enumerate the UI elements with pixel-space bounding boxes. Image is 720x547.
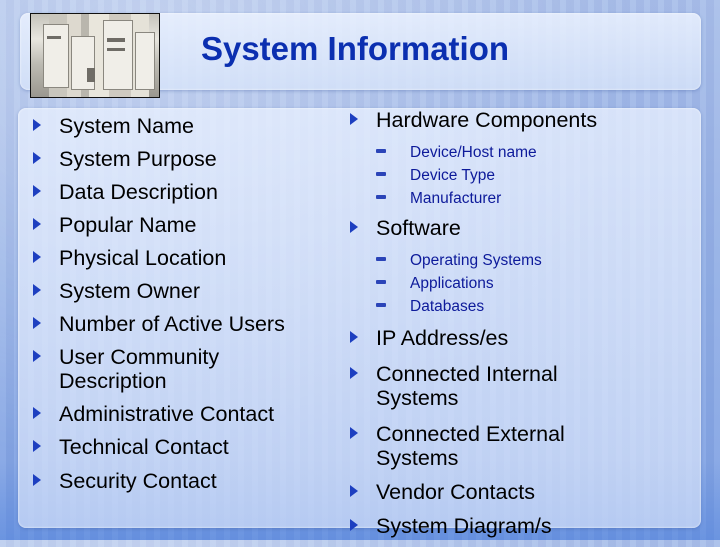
list-item-label: Vendor Contacts — [376, 480, 535, 504]
list-item-label: Administrative Contact — [59, 402, 275, 426]
arrow-bullet-icon — [33, 317, 41, 329]
list-item: Connected External Systems — [350, 422, 606, 470]
arrow-bullet-icon — [33, 185, 41, 197]
list-item: Software — [350, 216, 650, 240]
arrow-bullet-icon — [33, 474, 41, 486]
sub-item-label: Applications — [410, 275, 494, 292]
list-item: System Purpose — [33, 147, 333, 171]
list-item-label: Physical Location — [59, 246, 227, 270]
list-item-label: Connected External Systems — [376, 422, 565, 470]
list-item-label: System Purpose — [59, 147, 217, 171]
list-item-label: System Owner — [59, 279, 200, 303]
arrow-bullet-icon — [350, 427, 358, 439]
list-item: Physical Location — [33, 246, 333, 270]
sub-item-label: Manufacturer — [410, 190, 502, 207]
list-item-label: System Diagram/s — [376, 514, 552, 538]
list-item-label: Number of Active Users — [59, 312, 285, 336]
dash-bullet-icon — [376, 195, 386, 199]
slide-title: System Information — [200, 30, 510, 67]
arrow-bullet-icon — [33, 350, 41, 362]
arrow-bullet-icon — [33, 407, 41, 419]
list-item-label: Popular Name — [59, 213, 197, 237]
list-item: Popular Name — [33, 213, 333, 237]
sub-item-label: Databases — [410, 298, 485, 315]
sub-item-label: Operating Systems — [410, 252, 542, 269]
dash-bullet-icon — [376, 149, 386, 153]
arrow-bullet-icon — [350, 113, 358, 125]
sub-list: Device/Host name Device Type Manufacture… — [350, 141, 650, 210]
right-bullet-list: Hardware Components Device/Host name Dev… — [350, 108, 650, 547]
server-racks-photo-icon — [30, 13, 160, 98]
arrow-bullet-icon — [350, 519, 358, 531]
list-item: System Owner — [33, 279, 333, 303]
list-item: Connected Internal Systems — [350, 362, 606, 410]
dash-bullet-icon — [376, 257, 386, 261]
dash-bullet-icon — [376, 172, 386, 176]
arrow-bullet-icon — [33, 284, 41, 296]
sub-list-item: Operating Systems — [350, 249, 650, 272]
arrow-bullet-icon — [33, 152, 41, 164]
dash-bullet-icon — [376, 303, 386, 307]
sub-list-item: Device/Host name — [350, 141, 650, 164]
list-item-label: Software — [376, 216, 461, 240]
sub-item-label: Device Type — [410, 167, 496, 184]
list-item: Hardware Components — [350, 108, 650, 132]
sub-list-item: Manufacturer — [350, 187, 650, 210]
list-item: Vendor Contacts — [350, 480, 650, 504]
list-item: Security Contact — [33, 469, 333, 493]
list-item: Data Description — [33, 180, 333, 204]
left-bullet-list: System Name System Purpose Data Descript… — [33, 114, 333, 502]
arrow-bullet-icon — [350, 331, 358, 343]
list-item: Number of Active Users — [33, 312, 333, 336]
list-item-label: Security Contact — [59, 469, 217, 493]
sub-list-item: Device Type — [350, 164, 650, 187]
arrow-bullet-icon — [350, 221, 358, 233]
arrow-bullet-icon — [33, 440, 41, 452]
arrow-bullet-icon — [33, 119, 41, 131]
sub-list-item: Applications — [350, 272, 650, 295]
list-item: IP Address/es — [350, 326, 650, 350]
arrow-bullet-icon — [33, 251, 41, 263]
list-item-label: IP Address/es — [376, 326, 509, 350]
arrow-bullet-icon — [33, 218, 41, 230]
sub-list: Operating Systems Applications Databases — [350, 249, 650, 318]
list-item: Technical Contact — [33, 435, 333, 459]
list-item: System Name — [33, 114, 333, 138]
arrow-bullet-icon — [350, 367, 358, 379]
list-item: Administrative Contact — [33, 402, 333, 426]
dash-bullet-icon — [376, 280, 386, 284]
list-item-label: User Community Description — [59, 345, 220, 393]
list-item-label: Data Description — [59, 180, 218, 204]
list-item: User Community Description — [33, 345, 259, 393]
list-item: System Diagram/s — [350, 514, 650, 538]
sub-list-item: Databases — [350, 295, 650, 318]
sub-item-label: Device/Host name — [410, 144, 537, 161]
list-item-label: Hardware Components — [376, 108, 598, 132]
list-item-label: System Name — [59, 114, 195, 138]
arrow-bullet-icon — [350, 485, 358, 497]
list-item-label: Technical Contact — [59, 435, 229, 459]
list-item-label: Connected Internal Systems — [376, 362, 558, 410]
